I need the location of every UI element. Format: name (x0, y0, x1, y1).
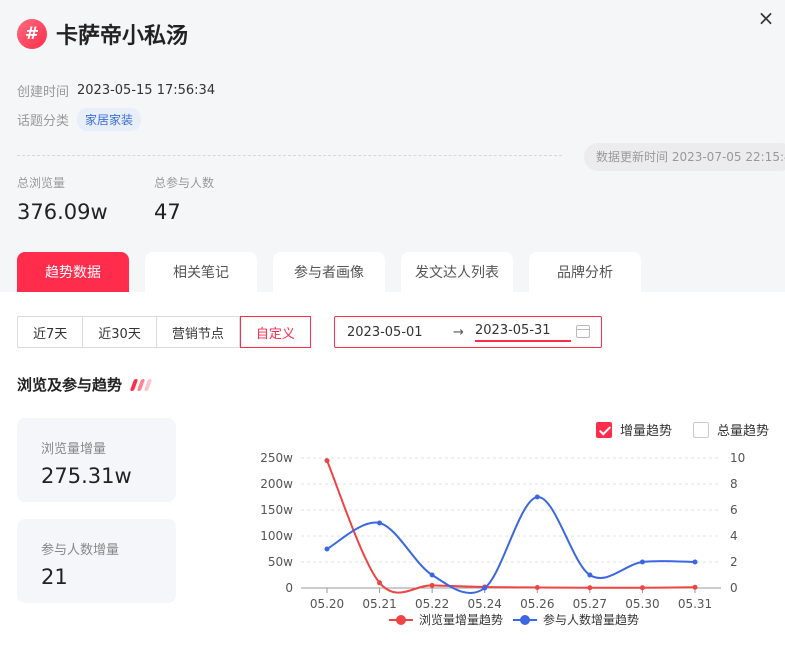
x-tick-label: 05.20 (310, 597, 344, 611)
date-end-input[interactable]: 2023-05-31 (475, 323, 571, 342)
x-tick-label: 05.27 (573, 597, 607, 611)
category-label: 话题分类 (17, 114, 70, 129)
card-label: 浏览量增量 (41, 442, 107, 457)
total-toggle[interactable]: 总量趋势 (693, 420, 769, 439)
increment-toggle[interactable]: 增量趋势 (596, 420, 672, 439)
tab-participant-profile[interactable]: 参与者画像 (273, 252, 385, 292)
tab-creator-list[interactable]: 发文达人列表 (401, 252, 513, 292)
y-right-tick-label: 0 (730, 581, 738, 595)
stat-value: 47 (154, 200, 181, 224)
data-point (639, 559, 645, 565)
date-start-input[interactable]: 2023-05-01 (347, 325, 423, 340)
data-point (429, 572, 435, 578)
data-point (429, 582, 435, 588)
y-right-tick-label: 8 (730, 477, 738, 491)
card-value: 275.31w (41, 464, 132, 488)
tab-trend-data[interactable]: 趋势数据 (17, 252, 129, 292)
y-left-tick-label: 0 (285, 581, 293, 595)
stat-total-views: 总浏览量 376.09w (17, 174, 108, 224)
created-time-value: 2023-05-15 17:56:34 (77, 83, 216, 98)
y-right-tick-label: 2 (730, 555, 738, 569)
legend-marker (396, 615, 406, 625)
created-time-row: 创建时间 2023-05-15 17:56:34 (17, 81, 215, 100)
tab-related-notes[interactable]: 相关笔记 (145, 252, 257, 292)
divider (17, 155, 562, 156)
participants-increment-card: 参与人数增量 21 (17, 519, 176, 603)
created-time-label: 创建时间 (17, 85, 70, 100)
views-increment-card: 浏览量增量 275.31w (17, 418, 176, 502)
x-tick-label: 05.26 (520, 597, 554, 611)
stat-label: 总参与人数 (154, 176, 215, 190)
legend-label: 浏览量增量趋势 (419, 612, 503, 627)
data-point (324, 458, 330, 464)
calendar-icon[interactable] (576, 325, 590, 338)
card-value: 21 (41, 565, 68, 589)
data-point (587, 585, 593, 591)
stat-total-participants: 总参与人数 47 (154, 174, 214, 224)
data-point (692, 559, 698, 565)
y-left-tick-label: 50w (268, 555, 293, 569)
data-point (534, 494, 540, 500)
data-point (377, 580, 383, 586)
update-time-badge: 数据更新时间 2023-07-05 22:15:46 (584, 143, 785, 171)
series-line (326, 460, 696, 594)
tab-bar: 趋势数据 相关笔记 参与者画像 发文达人列表 品牌分析 (17, 252, 657, 292)
checkbox-unchecked-icon[interactable] (693, 421, 709, 438)
y-left-tick-label: 150w (260, 503, 293, 517)
card-label: 参与人数增量 (41, 543, 120, 558)
y-left-tick-label: 100w (260, 529, 293, 543)
x-tick-label: 05.21 (362, 597, 396, 611)
section-title: 浏览及参与趋势 (17, 374, 153, 395)
section-title-text: 浏览及参与趋势 (17, 376, 123, 394)
date-range-picker[interactable]: 2023-05-01 → 2023-05-31 (334, 316, 602, 348)
x-tick-label: 05.24 (468, 597, 502, 611)
data-point (377, 520, 383, 526)
data-point (639, 585, 645, 591)
x-tick-label: 05.22 (415, 597, 449, 611)
stat-label: 总浏览量 (17, 176, 66, 190)
series-line (326, 496, 696, 594)
x-tick-label: 05.30 (625, 597, 659, 611)
hashtag-icon: # (17, 19, 47, 49)
data-point (692, 584, 698, 590)
category-row: 话题分类 家居家装 (17, 108, 142, 131)
data-point (324, 546, 330, 552)
page-title: 卡萨帝小私汤 (56, 24, 189, 49)
legend-label: 参与人数增量趋势 (543, 612, 639, 627)
y-left-tick-label: 250w (260, 451, 293, 465)
trend-chart: 0 0 50w 2 100w 4 150w 6 200w 8 250w 10 05.20 05.21 05.… (260, 451, 745, 627)
data-point (482, 585, 488, 591)
y-right-tick-label: 10 (730, 451, 745, 465)
checkbox-checked-icon[interactable] (596, 421, 612, 438)
category-tag: 家居家装 (77, 108, 142, 131)
y-left-tick-label: 200w (260, 477, 293, 491)
total-toggle-label: 总量趋势 (717, 424, 770, 439)
stat-value: 376.09w (17, 200, 108, 224)
filter-7days-button[interactable]: 近7天 (17, 316, 84, 348)
increment-toggle-label: 增量趋势 (620, 424, 673, 439)
close-icon[interactable]: × (756, 8, 776, 28)
date-filter-group: 近7天 近30天 营销节点 自定义 (17, 316, 311, 348)
slash-decoration-icon (129, 378, 153, 391)
data-point (534, 584, 540, 590)
tab-brand-analysis[interactable]: 品牌分析 (529, 252, 641, 292)
filter-marketing-node-button[interactable]: 营销节点 (156, 316, 240, 348)
x-tick-label: 05.31 (678, 597, 712, 611)
filter-30days-button[interactable]: 近30天 (83, 316, 157, 348)
y-right-tick-label: 4 (730, 529, 738, 543)
filter-custom-button[interactable]: 自定义 (239, 316, 311, 348)
legend-marker (520, 615, 530, 625)
title-row: # 卡萨帝小私汤 (17, 18, 188, 50)
arrow-right-icon: → (453, 324, 464, 340)
data-point (587, 572, 593, 578)
y-right-tick-label: 6 (730, 503, 738, 517)
trend-panel: 近7天 近30天 营销节点 自定义 2023-05-01 → 2023-05-3… (0, 292, 785, 645)
